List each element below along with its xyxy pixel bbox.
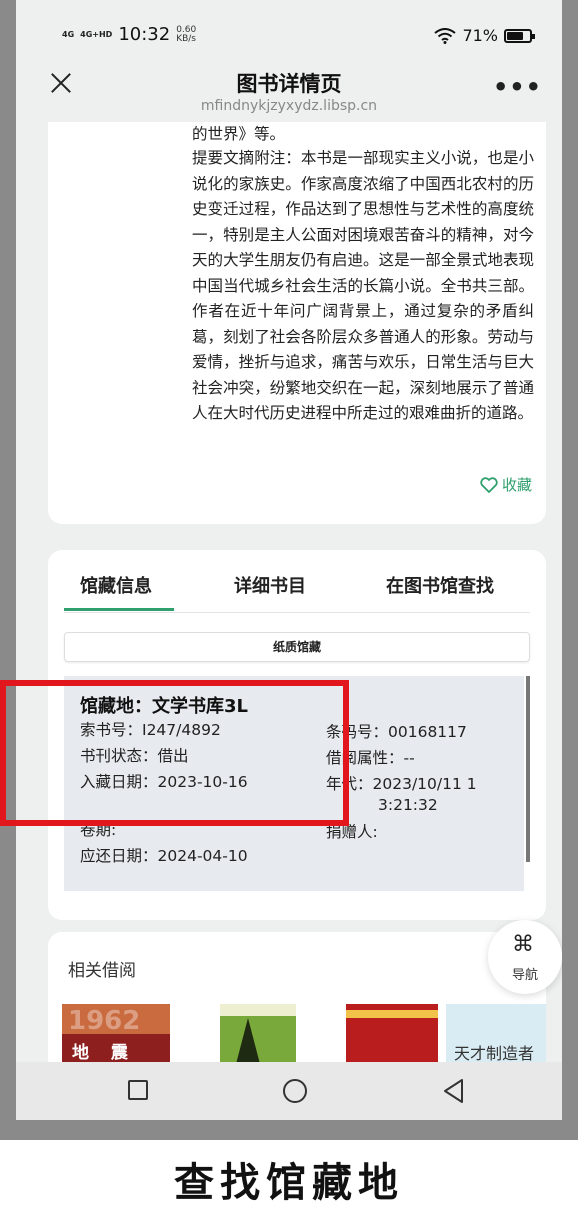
active-tab-indicator [64, 608, 174, 611]
cover-year: 1962 [68, 1006, 141, 1036]
description-card: 的世界》等。 提要文摘附注：本书是一部现实主义小说，也是小说化的家族史。作家高度… [48, 122, 546, 524]
cover-title: 天才制造者 [454, 1044, 535, 1062]
heart-icon [480, 476, 498, 493]
home-icon[interactable] [283, 1079, 307, 1103]
more-icon[interactable]: ••• [493, 75, 542, 99]
clock: 10:32 [118, 24, 171, 45]
description-text: 提要文摘附注：本书是一部现实主义小说，也是小说化的家族史。作家高度浓缩了中国西北… [192, 149, 534, 422]
page-url: mfindnykjzyxydz.libsp.cn [200, 98, 378, 114]
screenshot-frame: 4G 4G+HD 10:32 0.60 KB/s 71% 图书详情页 mfind… [0, 0, 578, 1140]
command-icon: ⌘ [512, 932, 534, 957]
navigation-label: 导航 [511, 968, 538, 983]
net-speed-unit: KB/s [176, 33, 196, 44]
page-title: 图书详情页 [236, 72, 342, 96]
favorite-button[interactable]: 收藏 [480, 474, 532, 495]
status-bar: 4G 4G+HD 10:32 0.60 KB/s 71% [16, 0, 562, 50]
related-book-cover[interactable]: 天才制造者 [446, 1004, 546, 1062]
wifi-icon [434, 27, 457, 44]
network-4g-hd: 4G+HD [80, 29, 113, 39]
back-icon[interactable] [442, 1078, 466, 1104]
related-book-cover[interactable] [220, 1004, 296, 1062]
year-line2: 3:21:32 [378, 796, 438, 814]
related-card: 相关借阅 1962 地 震 战 天才制造者 [48, 932, 546, 1062]
status-left: 4G 4G+HD 10:32 0.60 KB/s [62, 24, 196, 45]
related-book-cover[interactable]: 1962 地 震 战 [62, 1004, 170, 1062]
holdings-scrollbar[interactable] [526, 676, 530, 862]
recent-apps-icon[interactable] [128, 1080, 148, 1100]
tab-find-in-library[interactable]: 在图书馆查找 [386, 572, 494, 598]
tab-divider [64, 612, 530, 613]
highlight-box [0, 680, 349, 826]
related-title: 相关借阅 [68, 961, 136, 981]
status-right: 71% [434, 26, 535, 45]
tab-bar: 馆藏信息 详细书目 在图书馆查找 [48, 550, 546, 613]
net-speed: 0.60 KB/s [176, 25, 196, 44]
description-fragment: 的世界》等。 [192, 125, 286, 143]
related-book-cover[interactable] [346, 1004, 438, 1062]
tab-holdings[interactable]: 馆藏信息 [80, 572, 152, 598]
paper-holdings-button[interactable]: 纸质馆藏 [64, 632, 530, 662]
battery-icon [504, 28, 535, 43]
caption: 查找馆藏地 [174, 1160, 404, 1206]
tab-details[interactable]: 详细书目 [234, 572, 306, 598]
title-bar: 图书详情页 mfindnykjzyxydz.libsp.cn ••• [16, 60, 562, 122]
phone-screen: 4G 4G+HD 10:32 0.60 KB/s 71% 图书详情页 mfind… [16, 0, 562, 1120]
battery-percent: 71% [462, 26, 498, 45]
due-date: 应还日期：2024-04-10 [80, 847, 248, 865]
favorite-label: 收藏 [501, 476, 532, 494]
navigation-button[interactable]: ⌘ 导航 [488, 920, 562, 994]
network-4g: 4G [62, 29, 75, 39]
system-nav-bar [16, 1062, 562, 1120]
cover-title: 地 震 战 [72, 1043, 136, 1062]
